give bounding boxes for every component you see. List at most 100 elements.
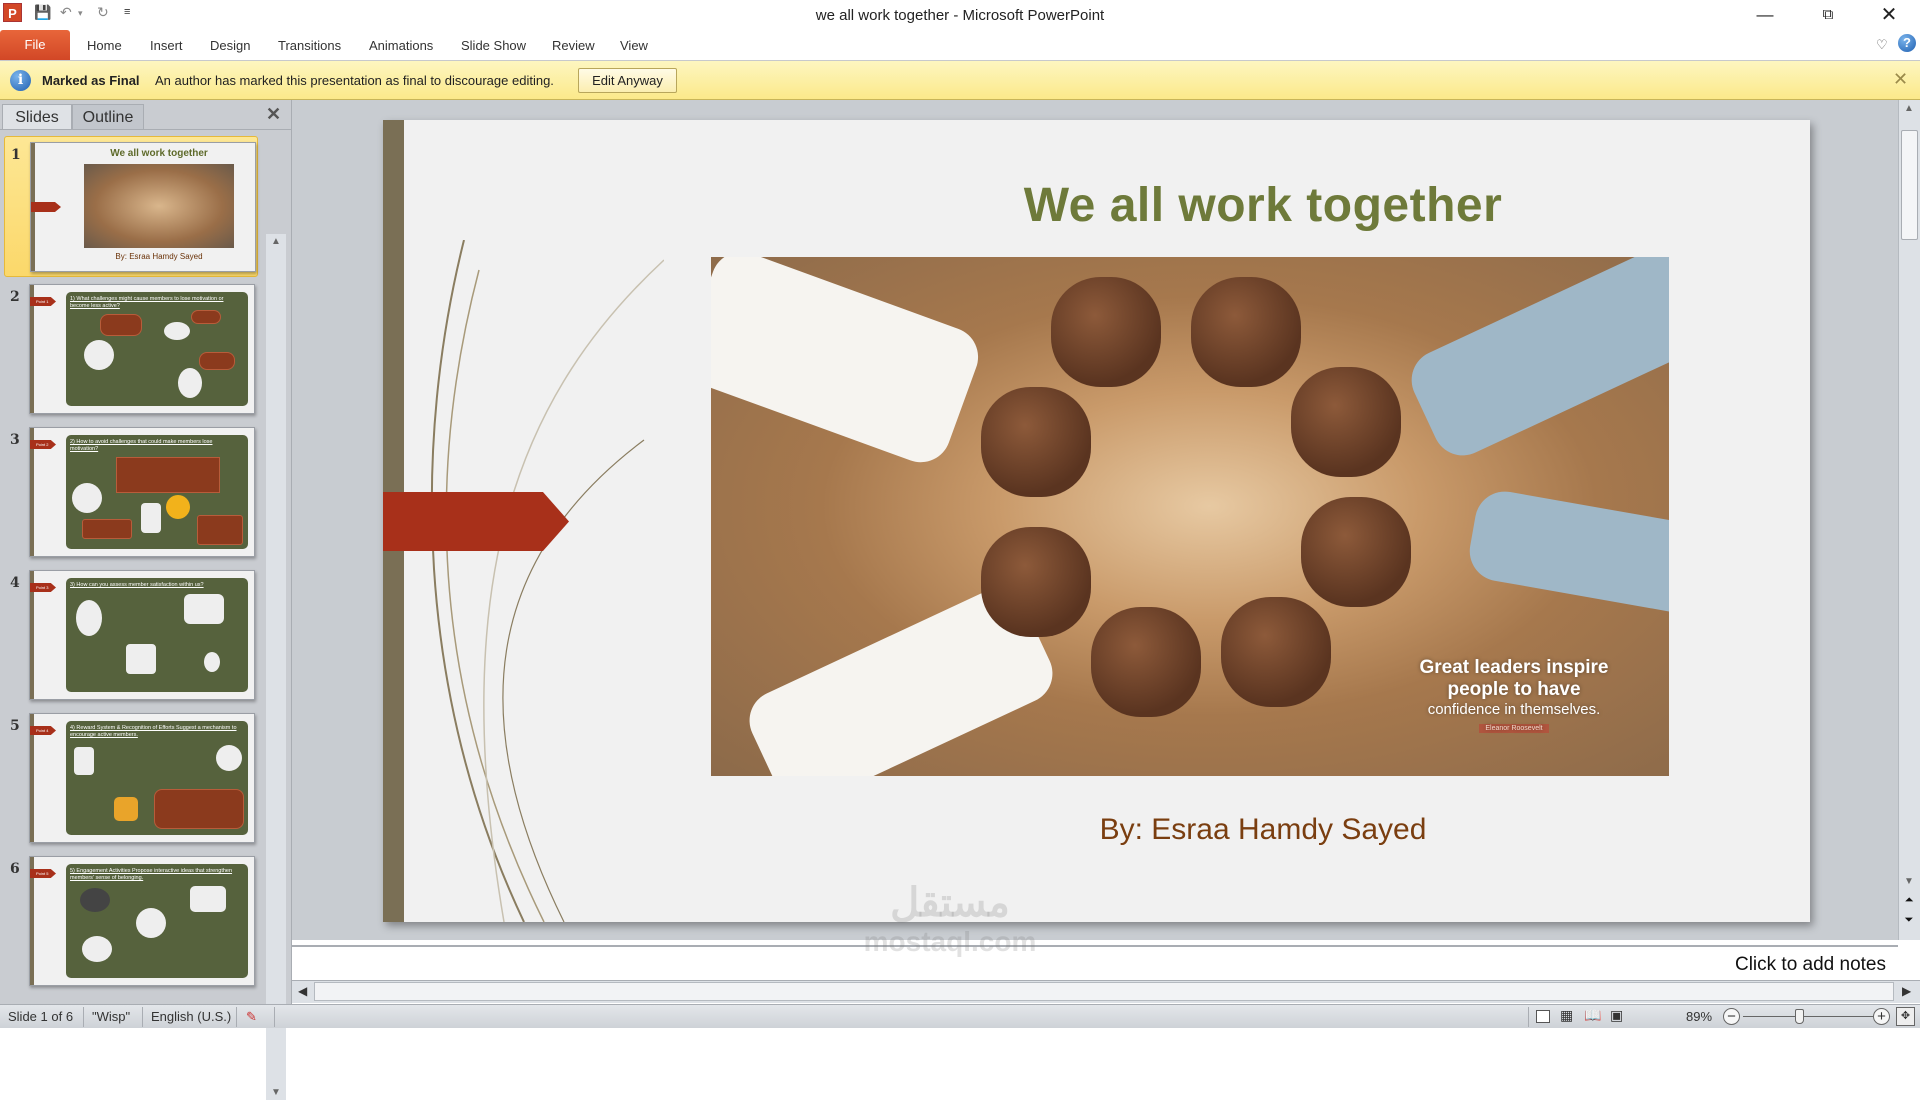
- slide-show-icon[interactable]: ▣: [1610, 1007, 1623, 1024]
- tab-file[interactable]: File: [0, 30, 70, 60]
- close-button[interactable]: ✕: [1866, 0, 1912, 30]
- fist: [1091, 607, 1201, 717]
- slide-byline[interactable]: By: Esraa Hamdy Sayed: [713, 813, 1813, 847]
- image: [136, 908, 166, 938]
- thumb-title: 1) What challenges might cause members t…: [70, 296, 224, 309]
- notes-placeholder[interactable]: Click to add notes: [1735, 954, 1886, 976]
- thumbnail-scrollbar[interactable]: ▲ ▼: [266, 234, 286, 1100]
- tab-transitions[interactable]: Transitions: [278, 38, 341, 53]
- image: [82, 936, 112, 962]
- undo-icon[interactable]: ↶: [60, 4, 72, 21]
- slide-thumbnail-2[interactable]: 2 Point 1 1) What challenges might cause…: [4, 279, 258, 420]
- image: [190, 886, 226, 912]
- point-tag-label: Point 2: [36, 442, 49, 447]
- language[interactable]: English (U.S.): [151, 1009, 231, 1024]
- tab-animations[interactable]: Animations: [369, 38, 433, 53]
- scroll-down-icon[interactable]: ▼: [266, 1087, 286, 1098]
- minimize-button[interactable]: —: [1742, 0, 1788, 30]
- point-tag: Point 4: [30, 726, 56, 735]
- image-circle: [178, 368, 202, 398]
- content-box: 4) Reward System & Recognition of Effort…: [66, 721, 248, 835]
- undo-dropdown-icon[interactable]: ▾: [78, 8, 83, 19]
- tab-review[interactable]: Review: [552, 38, 595, 53]
- fist: [1191, 277, 1301, 387]
- slide-thumbnail-4[interactable]: 4 Point 3 3) How can you assess member s…: [4, 565, 258, 706]
- zoom-out-button[interactable]: −: [1723, 1008, 1740, 1025]
- slide-sorter-icon[interactable]: ▦: [1560, 1007, 1573, 1024]
- teamwork-fists-photo[interactable]: Great leaders inspire people to have con…: [711, 257, 1669, 776]
- normal-view-icon[interactable]: [1536, 1010, 1550, 1023]
- tab-home[interactable]: Home: [87, 38, 122, 53]
- thumbnail-preview: Point 1 1) What challenges might cause m…: [29, 284, 255, 414]
- tab-outline[interactable]: Outline: [72, 104, 144, 129]
- reading-view-icon[interactable]: 📖: [1584, 1007, 1601, 1024]
- scroll-thumb[interactable]: [314, 982, 1894, 1001]
- tab-design[interactable]: Design: [210, 38, 250, 53]
- divider: [142, 1007, 143, 1027]
- slide-number: 5: [10, 718, 20, 734]
- slide-scrollbar[interactable]: ▲ ▼ ⏶ ⏷: [1898, 100, 1920, 940]
- save-icon[interactable]: 💾: [34, 4, 51, 21]
- slide-canvas[interactable]: We all work together Great leaders inspi…: [383, 120, 1810, 922]
- content-box: 2) How to avoid challenges that could ma…: [66, 435, 248, 549]
- scroll-up-icon[interactable]: ▲: [1899, 103, 1919, 114]
- tab-slides[interactable]: Slides: [2, 104, 72, 129]
- point-tag-label: Point 4: [36, 728, 49, 733]
- slide-thumbnail-6[interactable]: 6 Point 5 5) Engagement Activities Propo…: [4, 851, 258, 992]
- thumbnail-preview: Point 4 4) Reward System & Recognition o…: [29, 713, 255, 843]
- zoom-in-button[interactable]: +: [1873, 1008, 1890, 1025]
- thumb-title: 5) Engagement Activities Propose interac…: [70, 868, 233, 881]
- red-arrow-shape: [383, 492, 569, 551]
- zoom-level[interactable]: 89%: [1686, 1009, 1712, 1024]
- close-pane-icon[interactable]: ✕: [266, 104, 281, 125]
- point-tag: Point 1: [30, 297, 56, 306]
- slide-number: 6: [10, 861, 20, 877]
- quote-line-1: Great leaders inspire: [1419, 657, 1609, 678]
- notes-pane[interactable]: Click to add notes: [292, 945, 1898, 980]
- horizontal-scrollbar[interactable]: ◀ ▶: [292, 980, 1920, 1003]
- powerpoint-app-icon[interactable]: P: [3, 3, 22, 22]
- previous-slide-icon[interactable]: ⏶: [1899, 894, 1919, 907]
- point-tag: Point 5: [30, 869, 56, 878]
- divider: [236, 1007, 237, 1027]
- scroll-thumb[interactable]: [1901, 130, 1918, 240]
- help-icon[interactable]: ?: [1898, 34, 1916, 52]
- image-circle: [84, 340, 114, 370]
- next-slide-icon[interactable]: ⏷: [1899, 914, 1919, 927]
- point-tag: Point 3: [30, 583, 56, 592]
- ribbon-tabs: File Home Insert Design Transitions Anim…: [0, 30, 1920, 61]
- cloud-bubble: [191, 310, 221, 324]
- tab-view[interactable]: View: [620, 38, 648, 53]
- redo-icon[interactable]: ↻: [97, 4, 109, 21]
- close-message-bar-icon[interactable]: ✕: [1893, 69, 1908, 90]
- thumb-title: 3) How can you assess member satisfactio…: [70, 582, 204, 588]
- image: [141, 503, 161, 533]
- quote-author: Eleanor Roosevelt: [1479, 724, 1549, 733]
- message-title: Marked as Final: [42, 73, 140, 88]
- content-box: 1) What challenges might cause members t…: [66, 292, 248, 406]
- fit-to-window-icon[interactable]: ✥: [1896, 1007, 1915, 1026]
- proofing-icon[interactable]: ✎: [246, 1009, 257, 1025]
- restore-button[interactable]: ⧉: [1805, 0, 1851, 30]
- zoom-slider[interactable]: [1743, 1016, 1873, 1017]
- fist: [981, 387, 1091, 497]
- sleeve: [1401, 257, 1669, 466]
- tab-slide-show[interactable]: Slide Show: [461, 38, 526, 53]
- scroll-up-icon[interactable]: ▲: [266, 236, 286, 247]
- thumbnail-preview: Point 5 5) Engagement Activities Propose…: [29, 856, 255, 986]
- tab-insert[interactable]: Insert: [150, 38, 183, 53]
- scroll-left-icon[interactable]: ◀: [298, 984, 307, 998]
- scroll-down-icon[interactable]: ▼: [1899, 876, 1919, 887]
- minimize-ribbon-icon[interactable]: ♡: [1876, 37, 1888, 53]
- slide-title[interactable]: We all work together: [713, 178, 1813, 233]
- edit-anyway-button[interactable]: Edit Anyway: [578, 68, 677, 93]
- scroll-right-icon[interactable]: ▶: [1902, 984, 1911, 998]
- zoom-slider-handle[interactable]: [1795, 1009, 1805, 1024]
- text-box: [154, 789, 244, 829]
- customize-quick-access-icon[interactable]: ≡: [124, 6, 130, 18]
- slide-thumbnail-1[interactable]: 1 We all work together By: Esraa Hamdy S…: [4, 136, 258, 277]
- image: [216, 745, 242, 771]
- slide-thumbnail-3[interactable]: 3 Point 2 2) How to avoid challenges tha…: [4, 422, 258, 563]
- theme-name[interactable]: "Wisp": [92, 1009, 130, 1024]
- slide-thumbnail-5[interactable]: 5 Point 4 4) Reward System & Recognition…: [4, 708, 258, 849]
